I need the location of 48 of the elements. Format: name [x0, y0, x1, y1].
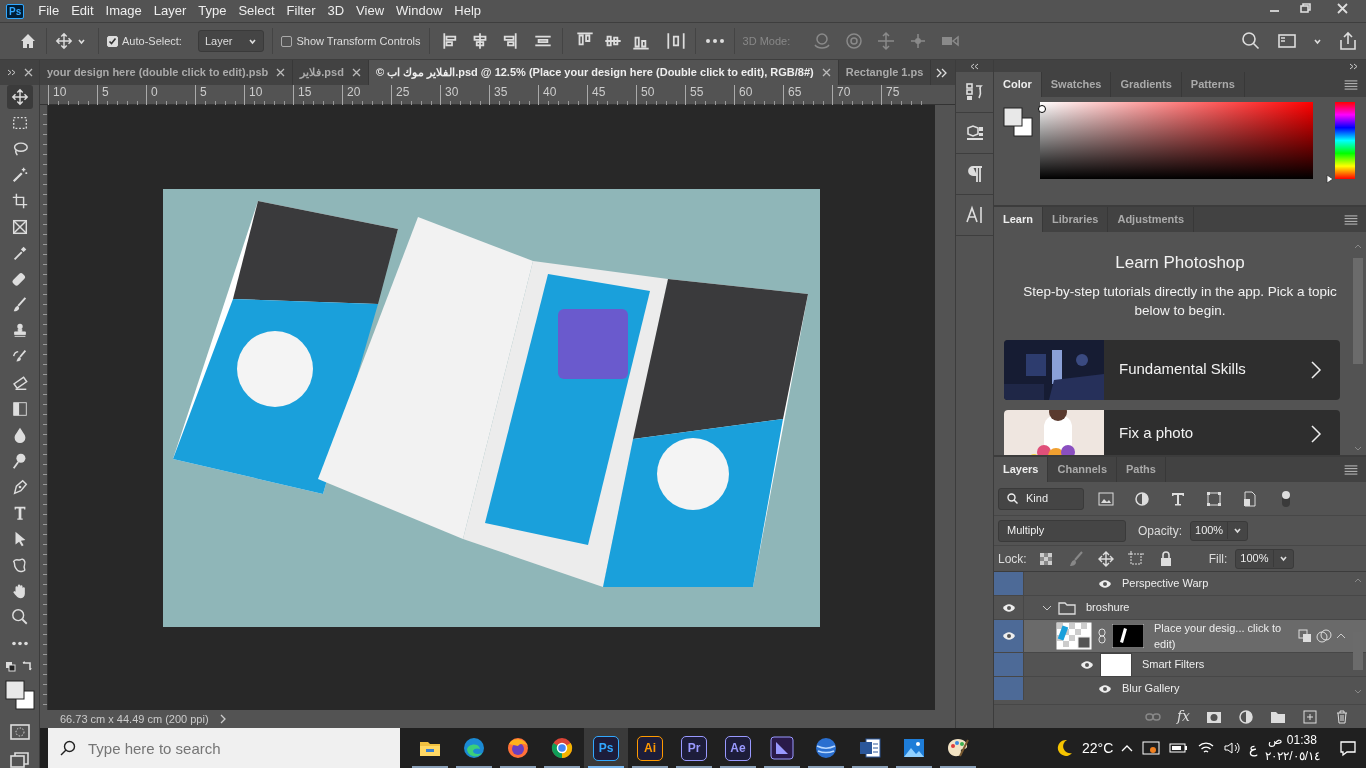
- effects-button[interactable]: fx: [1176, 706, 1190, 727]
- tutorial-card[interactable]: Fundamental Skills: [1004, 339, 1340, 400]
- keyboard-language[interactable]: ع: [1249, 737, 1258, 759]
- taskbar-app[interactable]: Ps: [584, 728, 628, 768]
- panel-tab[interactable]: Layers: [994, 457, 1049, 482]
- taskbar-app[interactable]: Ae: [716, 728, 760, 768]
- fill-field[interactable]: 100%: [1235, 548, 1294, 569]
- layer-row[interactable]: Perspective Warp: [994, 572, 1366, 596]
- layer-dropdown[interactable]: Layer: [197, 30, 265, 52]
- menu-item[interactable]: File: [32, 1, 66, 21]
- layer-name: broshure: [1086, 600, 1130, 616]
- layer-name: Smart Filters: [1142, 657, 1205, 673]
- menu-item[interactable]: Image: [99, 1, 148, 21]
- temperature: 22°C: [1082, 738, 1114, 758]
- taskbar-app[interactable]: Ai: [628, 728, 672, 768]
- layer-name: Perspective Warp: [1122, 576, 1209, 592]
- checkbox-label: Auto-Select:: [122, 33, 182, 49]
- menu-item[interactable]: Window: [390, 1, 449, 21]
- menu-item[interactable]: 3D: [321, 1, 351, 21]
- layer-row[interactable]: Blur Gallery: [994, 677, 1366, 700]
- fill-label: Fill:: [1208, 550, 1228, 568]
- filter-dropdown[interactable]: Kind: [998, 487, 1084, 510]
- menu-item[interactable]: Help: [448, 1, 488, 21]
- layer-name: Blur Gallery: [1122, 681, 1180, 697]
- checkbox-label: Show Transform Controls: [296, 33, 421, 49]
- layer-name: Place your desig... click to edit): [1154, 620, 1283, 652]
- document-tab[interactable]: © الفلاير موك اب.psd @ 12.5% (Place your design here (Double click to edit), RGB/8#): [368, 60, 839, 85]
- menu-item[interactable]: Select: [232, 1, 281, 21]
- tutorial-card[interactable]: Fix a photo: [1004, 409, 1340, 455]
- app-logo: Ps: [6, 3, 25, 19]
- panel-title: Learn Photoshop: [1114, 252, 1246, 274]
- panel-tab[interactable]: Learn: [994, 207, 1043, 232]
- menu-item[interactable]: Filter: [280, 1, 322, 21]
- search-field[interactable]: Type here to search: [48, 728, 400, 768]
- layer-row[interactable]: Smart Filters: [994, 653, 1366, 677]
- blend-mode-dropdown[interactable]: Multiply: [998, 519, 1126, 542]
- lock-label: Lock:: [998, 550, 1027, 568]
- menu-item[interactable]: Type: [192, 1, 233, 21]
- menu-item[interactable]: Layer: [147, 1, 193, 21]
- opacity-label: Opacity:: [1138, 522, 1182, 540]
- menu-item[interactable]: View: [350, 1, 391, 21]
- taskbar-app[interactable]: Pr: [672, 728, 716, 768]
- clock[interactable]: ص 01:38 ٢٠٢٢/٠٥/١٤: [1265, 732, 1320, 764]
- panel-description: Step-by-step tutorials directly in the app. Pick a topic below to begin.: [1022, 282, 1338, 320]
- document-size: 66.73 cm x 44.49 cm (200 ppi): [60, 711, 209, 727]
- opacity-field[interactable]: 100%: [1190, 520, 1249, 541]
- panel-tab[interactable]: Color: [994, 72, 1042, 97]
- menu-item[interactable]: Edit: [65, 1, 100, 21]
